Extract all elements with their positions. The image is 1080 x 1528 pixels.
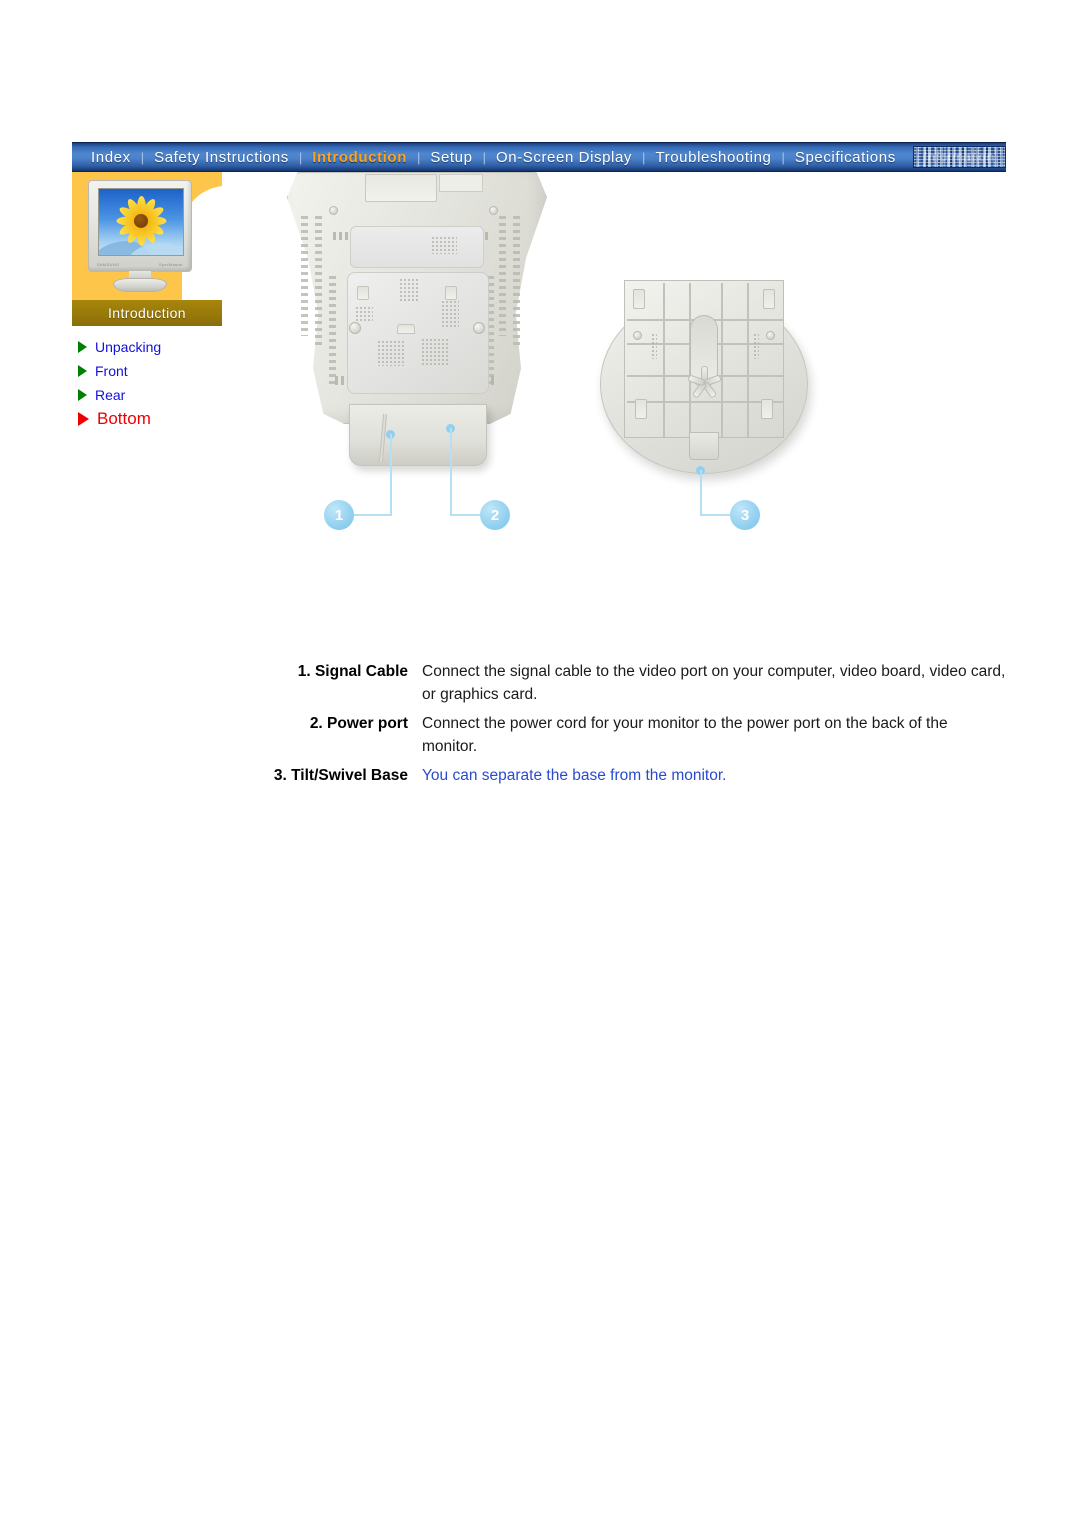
base-hole	[766, 331, 775, 340]
sidebar-item-front[interactable]: Front	[78, 359, 222, 383]
arrow-right-icon	[78, 389, 87, 401]
rib	[721, 283, 723, 437]
callout-badge-1: 1	[324, 500, 354, 530]
legend-description: Connect the signal cable to the video po…	[422, 663, 1006, 703]
sidebar-menu: Unpacking Front Rear Bottom	[72, 335, 222, 431]
screw-hole	[329, 206, 338, 215]
product-diagram: 1 2 3	[282, 172, 842, 572]
nav-separator: |	[140, 149, 145, 165]
callout-legend-table: 1. Signal Cable Connect the signal cable…	[254, 660, 1006, 793]
rib	[747, 283, 749, 437]
callout-leader-2	[450, 428, 452, 516]
sunflower-core	[134, 213, 148, 228]
sidebar-item-rear[interactable]: Rear	[78, 383, 222, 407]
pivot-boss	[473, 322, 485, 334]
swivel-lock-star	[684, 363, 724, 403]
sidebar-item-label: Rear	[95, 387, 126, 403]
nav-separator: |	[416, 149, 421, 165]
monitor-model-mark: SyncMaster	[158, 262, 183, 267]
nav-item-safety-instructions[interactable]: Safety Instructions	[145, 149, 298, 166]
base-release-tab	[689, 432, 719, 460]
pin-dots	[651, 333, 657, 359]
screw-hole	[489, 206, 498, 215]
nav-item-introduction[interactable]: Introduction	[303, 149, 416, 166]
legend-row: 3. Tilt/Swivel Base You can separate the…	[254, 764, 1006, 787]
legend-term: 2. Power port	[309, 715, 408, 732]
sidebar: SAMSUNG SyncMaster Introduction Unpackin…	[72, 172, 222, 431]
vent-slots	[499, 216, 506, 336]
shell-top-notch	[365, 174, 437, 202]
sidebar-item-bottom[interactable]: Bottom	[78, 407, 222, 431]
arrow-right-icon	[78, 365, 87, 377]
base-clip	[763, 289, 775, 309]
legend-term: 3. Tilt/Swivel Base	[273, 767, 408, 784]
content-area: SAMSUNG SyncMaster Introduction Unpackin…	[72, 172, 1006, 784]
monitor-brand-mark: SAMSUNG	[97, 262, 120, 267]
scramble-noise-overlay	[913, 147, 1005, 167]
help-page: Index | Safety Instructions | Introducti…	[72, 142, 1006, 784]
nav-separator: |	[781, 149, 785, 165]
base-clip	[633, 289, 645, 309]
callout-badge-2: 2	[480, 500, 510, 530]
vent-slots	[315, 216, 322, 346]
nav-item-on-screen-display[interactable]: On-Screen Display	[487, 149, 641, 166]
latch-slot	[445, 286, 457, 300]
speaker-grill	[421, 338, 449, 366]
sidebar-thumbnail-card: SAMSUNG SyncMaster	[72, 172, 222, 300]
base-rib-tray	[624, 280, 784, 438]
monitor-foot-block	[349, 404, 487, 466]
vent-slots	[329, 276, 336, 388]
latch-slot	[357, 286, 369, 300]
pivot-boss	[349, 322, 361, 334]
vent-slots	[513, 216, 520, 346]
nav-separator: |	[642, 149, 646, 165]
speaker-grill	[377, 340, 405, 366]
tilt-swivel-base-image	[600, 280, 808, 480]
arrow-right-icon	[78, 412, 89, 426]
base-clip	[635, 399, 647, 419]
speaker-grill	[441, 300, 459, 328]
sunflower-icon	[115, 195, 167, 247]
monitor-stand-base	[113, 278, 167, 292]
sidebar-section-header: Introduction	[72, 300, 222, 326]
latch-slot	[397, 324, 415, 334]
speaker-grill	[355, 306, 373, 322]
speaker-grill	[431, 236, 457, 254]
sidebar-section-title: Introduction	[108, 305, 186, 321]
callout-leader-1	[350, 514, 392, 516]
shell-upper-plate	[350, 226, 484, 268]
base-hole	[633, 331, 642, 340]
legend-row: 2. Power port Connect the power cord for…	[254, 712, 1006, 758]
legend-row: 1. Signal Cable Connect the signal cable…	[254, 660, 1006, 706]
sidebar-item-label: Bottom	[97, 409, 151, 428]
callout-leader-1	[390, 434, 392, 516]
sidebar-item-label: Front	[95, 363, 128, 379]
sidebar-item-label: Unpacking	[95, 339, 162, 355]
legend-term: 1. Signal Cable	[297, 663, 408, 680]
nav-item-index[interactable]: Index	[82, 149, 140, 166]
legend-description: Connect the power cord for your monitor …	[422, 715, 948, 755]
nav-item-information-scrambled[interactable]: Information	[912, 146, 1006, 168]
rib	[663, 283, 665, 437]
monitor-screen	[98, 188, 184, 256]
sidebar-item-unpacking[interactable]: Unpacking	[78, 335, 222, 359]
base-clip	[761, 399, 773, 419]
shell-top-notch-secondary	[439, 174, 483, 192]
monitor-thumbnail-icon: SAMSUNG SyncMaster	[88, 180, 192, 292]
legend-description-link[interactable]: You can separate the base from the monit…	[422, 764, 1006, 787]
monitor-bezel: SAMSUNG SyncMaster	[88, 180, 192, 272]
vent-slots	[301, 216, 308, 336]
nav-separator: |	[482, 149, 486, 165]
callout-leader-3	[700, 470, 702, 516]
nav-separator: |	[298, 149, 303, 165]
pin-dots	[753, 333, 759, 359]
nav-item-setup[interactable]: Setup	[421, 149, 481, 166]
nav-item-troubleshooting[interactable]: Troubleshooting	[646, 149, 780, 166]
arrow-right-icon	[78, 341, 87, 353]
speaker-grill	[399, 278, 419, 302]
nav-item-specifications[interactable]: Specifications	[786, 149, 905, 166]
monitor-bottom-view-image	[287, 172, 547, 472]
top-navigation-bar: Index | Safety Instructions | Introducti…	[72, 142, 1006, 172]
callout-badge-3: 3	[730, 500, 760, 530]
